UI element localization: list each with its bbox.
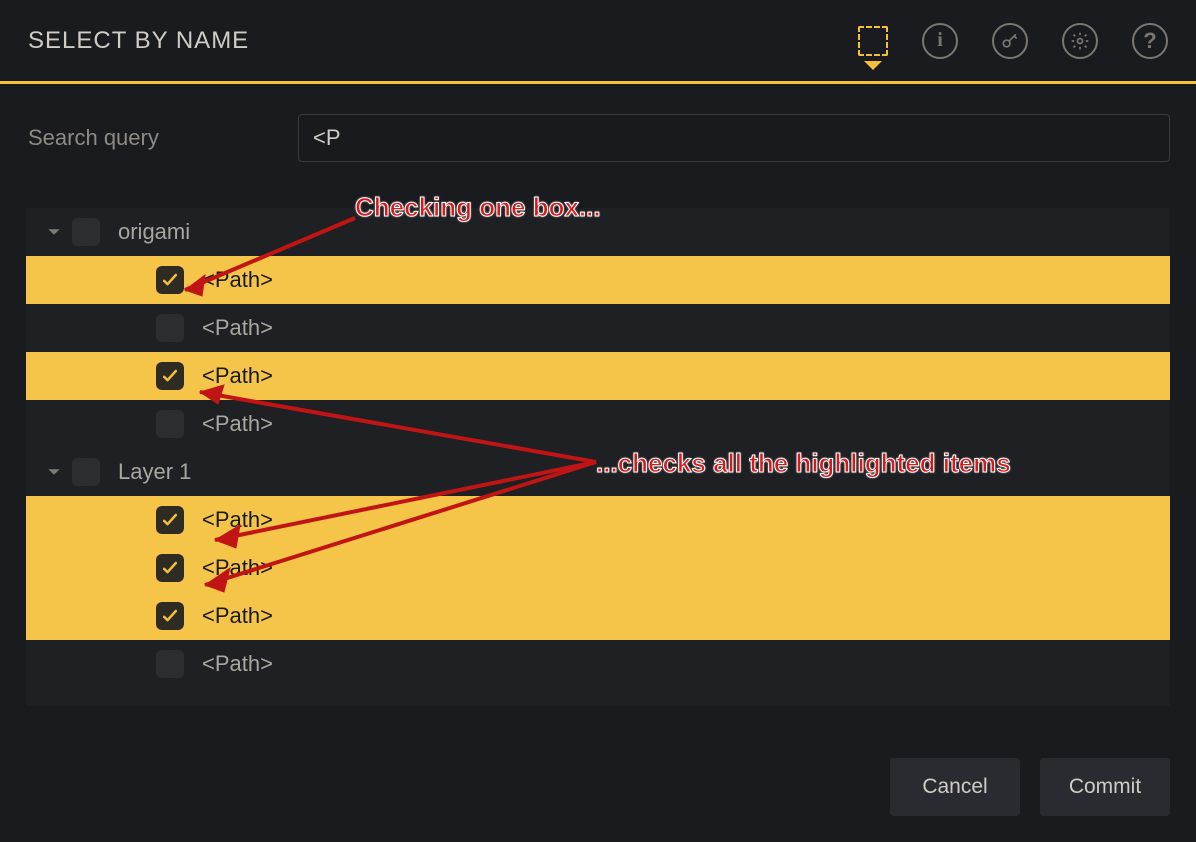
select-by-name-dialog: SELECT BY NAME i ? Search query origami [0,0,1196,842]
annotation-arrow-icon [0,0,1196,842]
